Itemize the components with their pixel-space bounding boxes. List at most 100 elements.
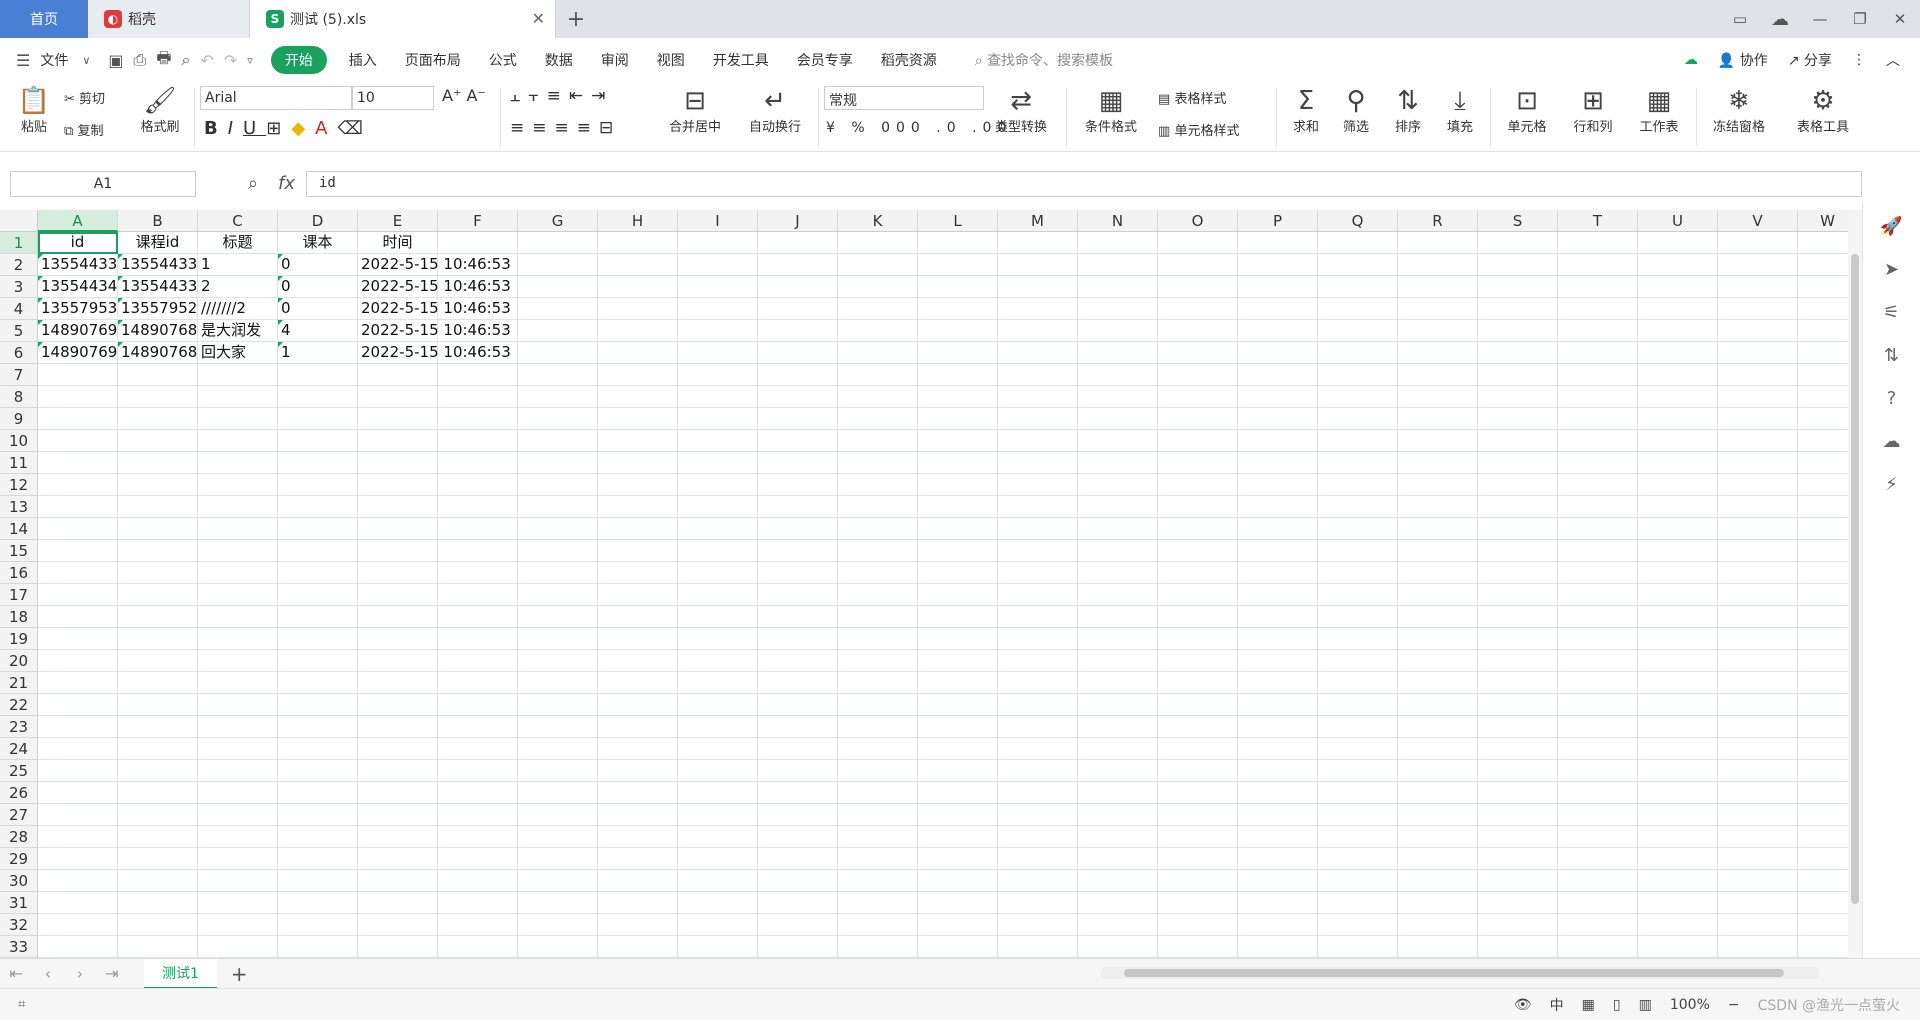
row-header-32[interactable]: 32 xyxy=(0,914,38,936)
cell-t23[interactable] xyxy=(1558,716,1638,738)
cell-n15[interactable] xyxy=(1078,540,1158,562)
cell-s22[interactable] xyxy=(1478,694,1558,716)
column-header-e[interactable]: E xyxy=(358,210,438,232)
cell-j11[interactable] xyxy=(758,452,838,474)
row-header-26[interactable]: 26 xyxy=(0,782,38,804)
cell-t16[interactable] xyxy=(1558,562,1638,584)
cell-n20[interactable] xyxy=(1078,650,1158,672)
cell-b6[interactable]: 148907687 xyxy=(118,342,198,364)
cell-a16[interactable] xyxy=(38,562,118,584)
cell-w8[interactable] xyxy=(1798,386,1848,408)
type-convert-button[interactable]: ⇄ 类型转换 xyxy=(986,86,1056,135)
column-header-n[interactable]: N xyxy=(1078,210,1158,232)
cell-a14[interactable] xyxy=(38,518,118,540)
cell-i27[interactable] xyxy=(678,804,758,826)
cell-q15[interactable] xyxy=(1318,540,1398,562)
cell-m24[interactable] xyxy=(998,738,1078,760)
worksheet-button[interactable]: ▦ 工作表 xyxy=(1632,86,1686,135)
cell-c7[interactable] xyxy=(198,364,278,386)
cell-g27[interactable] xyxy=(518,804,598,826)
cell-c18[interactable] xyxy=(198,606,278,628)
search-command[interactable]: ⌕ 查找命令、搜索模板 xyxy=(975,50,1113,70)
row-header-4[interactable]: 4 xyxy=(0,298,38,320)
cell-m2[interactable] xyxy=(998,254,1078,276)
hamburger-icon[interactable]: ☰ xyxy=(16,51,30,70)
cell-w15[interactable] xyxy=(1798,540,1848,562)
prev-sheet-icon[interactable]: ‹ xyxy=(32,964,64,983)
vertical-scroll-thumb[interactable] xyxy=(1851,254,1859,904)
freeze-panes-button[interactable]: ❄ 冻结窗格 xyxy=(1706,86,1772,135)
conditional-format-button[interactable]: ▦ 条件格式 xyxy=(1076,86,1146,135)
cell-r14[interactable] xyxy=(1398,518,1478,540)
cell-p5[interactable] xyxy=(1238,320,1318,342)
row-header-9[interactable]: 9 xyxy=(0,408,38,430)
cell-h30[interactable] xyxy=(598,870,678,892)
cell-m18[interactable] xyxy=(998,606,1078,628)
cell-k28[interactable] xyxy=(838,826,918,848)
cell-v16[interactable] xyxy=(1718,562,1798,584)
avatar[interactable]: ☁ xyxy=(1760,9,1800,30)
cell-s23[interactable] xyxy=(1478,716,1558,738)
cell-e16[interactable] xyxy=(358,562,438,584)
cell-s32[interactable] xyxy=(1478,914,1558,936)
cell-p12[interactable] xyxy=(1238,474,1318,496)
cell-l28[interactable] xyxy=(918,826,998,848)
cell-l26[interactable] xyxy=(918,782,998,804)
cell-t14[interactable] xyxy=(1558,518,1638,540)
row-header-14[interactable]: 14 xyxy=(0,518,38,540)
cell-p33[interactable] xyxy=(1238,936,1318,958)
cell-s20[interactable] xyxy=(1478,650,1558,672)
cell-p22[interactable] xyxy=(1238,694,1318,716)
cell-w28[interactable] xyxy=(1798,826,1848,848)
cell-h23[interactable] xyxy=(598,716,678,738)
cell-e33[interactable] xyxy=(358,936,438,958)
cell-a26[interactable] xyxy=(38,782,118,804)
cell-s14[interactable] xyxy=(1478,518,1558,540)
cell-b25[interactable] xyxy=(118,760,198,782)
cell-b32[interactable] xyxy=(118,914,198,936)
cell-s18[interactable] xyxy=(1478,606,1558,628)
cell-k16[interactable] xyxy=(838,562,918,584)
cell-r17[interactable] xyxy=(1398,584,1478,606)
cell-l19[interactable] xyxy=(918,628,998,650)
cell-l8[interactable] xyxy=(918,386,998,408)
cell-v17[interactable] xyxy=(1718,584,1798,606)
cell-u18[interactable] xyxy=(1638,606,1718,628)
cell-o27[interactable] xyxy=(1158,804,1238,826)
cell-j9[interactable] xyxy=(758,408,838,430)
share-button[interactable]: ↗ 分享 xyxy=(1788,50,1832,70)
row-header-22[interactable]: 22 xyxy=(0,694,38,716)
cell-h2[interactable] xyxy=(598,254,678,276)
cell-c23[interactable] xyxy=(198,716,278,738)
cell-w29[interactable] xyxy=(1798,848,1848,870)
cell-d9[interactable] xyxy=(278,408,358,430)
cell-e27[interactable] xyxy=(358,804,438,826)
menu-data[interactable]: 数据 xyxy=(545,50,573,70)
cell-o14[interactable] xyxy=(1158,518,1238,540)
cell-t31[interactable] xyxy=(1558,892,1638,914)
collab-button[interactable]: 👤 协作 xyxy=(1718,50,1768,70)
cell-p32[interactable] xyxy=(1238,914,1318,936)
cell-j15[interactable] xyxy=(758,540,838,562)
cell-k23[interactable] xyxy=(838,716,918,738)
cell-a15[interactable] xyxy=(38,540,118,562)
cell-j3[interactable] xyxy=(758,276,838,298)
cell-d30[interactable] xyxy=(278,870,358,892)
cell-d18[interactable] xyxy=(278,606,358,628)
collapse-ribbon-icon[interactable]: ︿ xyxy=(1886,50,1900,70)
cell-e18[interactable] xyxy=(358,606,438,628)
row-header-2[interactable]: 2 xyxy=(0,254,38,276)
cell-v3[interactable] xyxy=(1718,276,1798,298)
cell-f13[interactable] xyxy=(438,496,518,518)
cell-e8[interactable] xyxy=(358,386,438,408)
row-header-33[interactable]: 33 xyxy=(0,936,38,958)
column-header-f[interactable]: F xyxy=(438,210,518,232)
cell-f16[interactable] xyxy=(438,562,518,584)
cell-p21[interactable] xyxy=(1238,672,1318,694)
column-header-l[interactable]: L xyxy=(918,210,998,232)
cell-button[interactable]: ⊡ 单元格 xyxy=(1500,86,1554,135)
cell-v33[interactable] xyxy=(1718,936,1798,958)
cell-n18[interactable] xyxy=(1078,606,1158,628)
cell-b3[interactable]: 135544331 xyxy=(118,276,198,298)
cell-m33[interactable] xyxy=(998,936,1078,958)
